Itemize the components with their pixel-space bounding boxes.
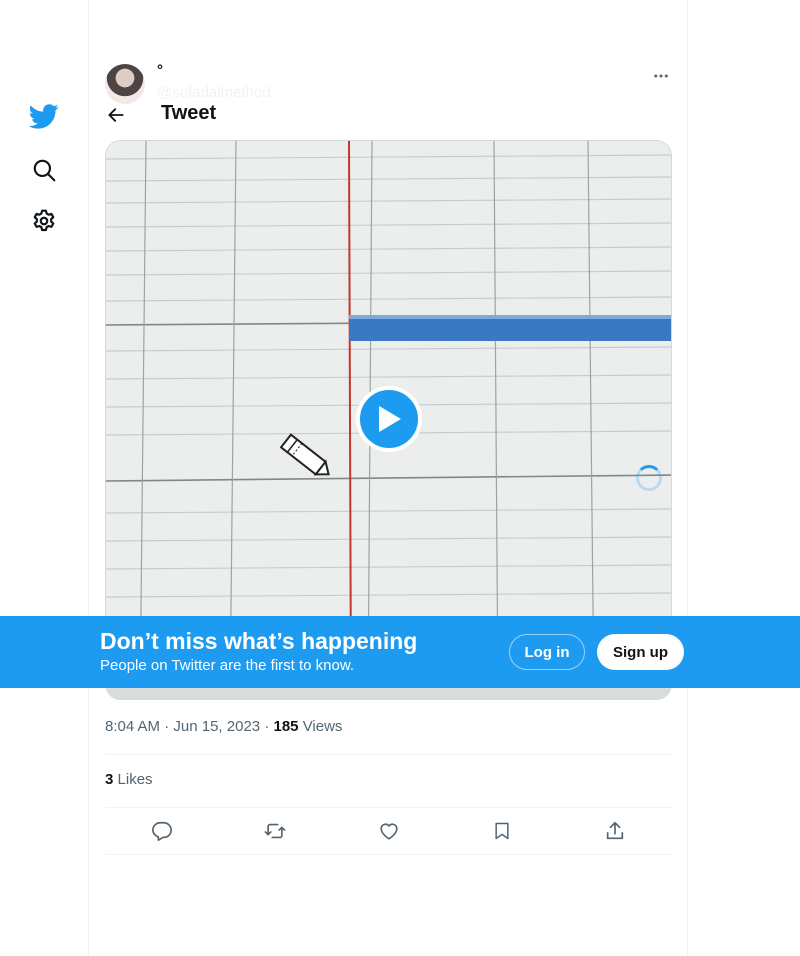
login-button[interactable]: Log in <box>509 634 585 670</box>
tweet-time[interactable]: 8:04 AM <box>105 718 160 735</box>
retweet-icon[interactable] <box>262 818 288 844</box>
loading-spinner-icon <box>636 465 662 491</box>
main-column: ° @sofadalmethod Tweet 8:04 AM · Jun 15,… <box>88 0 688 956</box>
divider <box>105 854 673 855</box>
left-nav <box>0 0 88 956</box>
likes-label: Likes <box>117 771 153 788</box>
page-title: Tweet <box>161 102 217 124</box>
likes-row[interactable]: 3 Likes <box>105 771 153 788</box>
likes-count: 3 <box>105 771 114 788</box>
views-label: Views <box>302 718 343 735</box>
signup-banner: Don’t miss what’s happening People on Tw… <box>0 616 800 688</box>
views-count: 185 <box>273 718 299 735</box>
signup-button[interactable]: Sign up <box>597 634 684 670</box>
settings-icon[interactable] <box>28 205 60 237</box>
page-header: Tweet <box>89 90 689 140</box>
share-icon[interactable] <box>602 818 628 844</box>
reply-icon[interactable] <box>149 818 175 844</box>
tweet-meta: 8:04 AM · Jun 15, 2023 · 185 Views <box>105 718 342 735</box>
tweet-date[interactable]: Jun 15, 2023 <box>173 718 260 735</box>
play-icon <box>379 406 401 432</box>
banner-title: Don’t miss what’s happening <box>100 628 418 654</box>
bookmark-icon[interactable] <box>489 818 515 844</box>
more-options-icon[interactable] <box>651 66 671 86</box>
twitter-logo-icon[interactable] <box>28 100 60 132</box>
back-arrow-icon[interactable] <box>103 102 129 128</box>
like-icon[interactable] <box>376 818 402 844</box>
play-button[interactable] <box>356 386 422 452</box>
meta-separator: · <box>164 718 174 735</box>
tweet-actions <box>105 808 673 854</box>
search-icon[interactable] <box>28 154 60 186</box>
display-name[interactable]: ° <box>157 62 163 79</box>
banner-subtitle: People on Twitter are the first to know. <box>100 657 355 674</box>
divider <box>105 754 673 755</box>
